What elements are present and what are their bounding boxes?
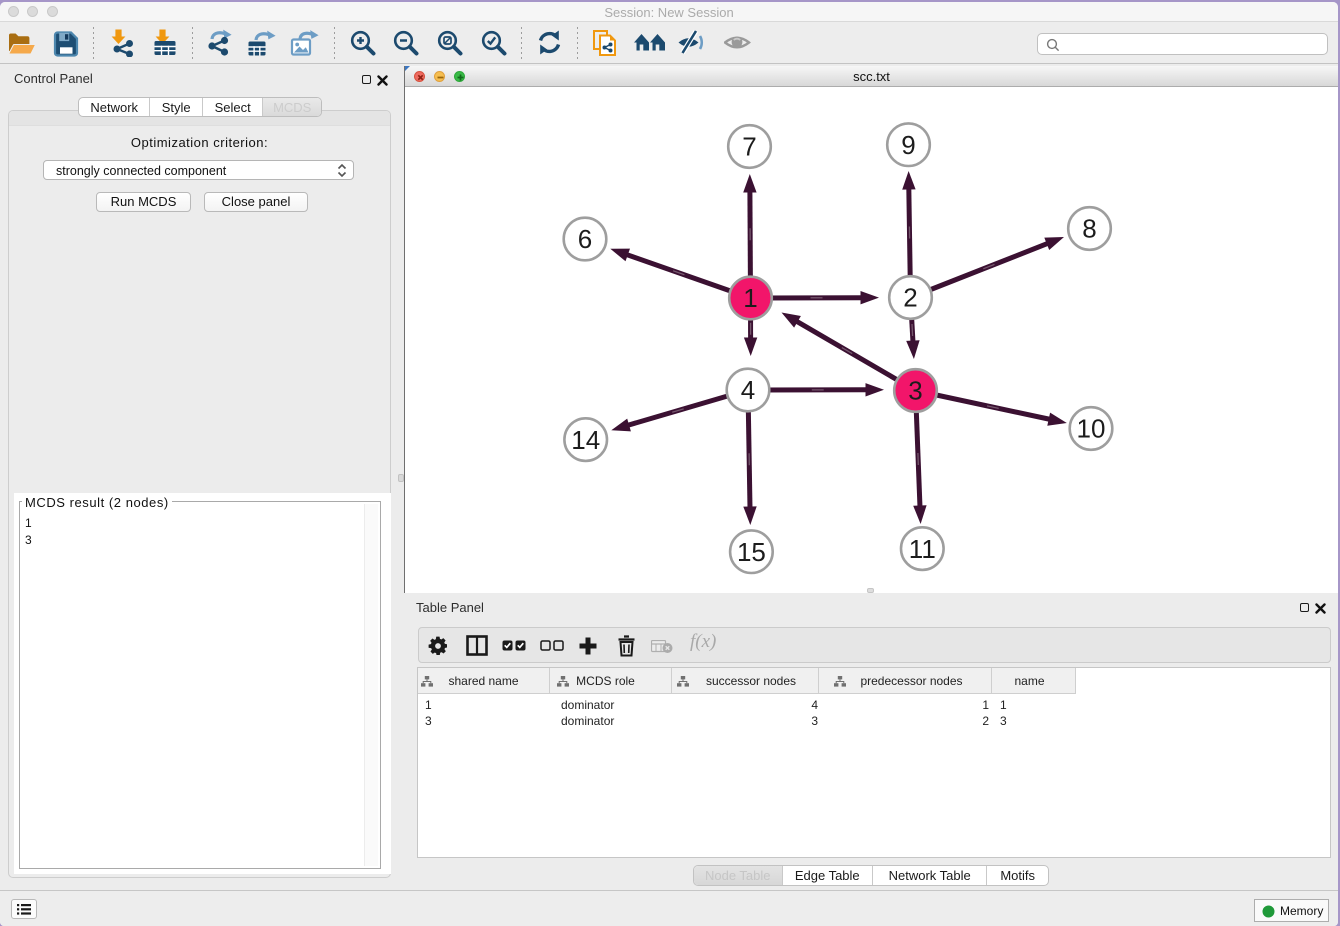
svg-text:10: 10 [1077,414,1106,444]
svg-text:1: 1 [743,283,757,313]
svg-text:11: 11 [909,534,936,564]
svg-text:3: 3 [908,376,922,406]
svg-text:9: 9 [901,130,915,160]
svg-text:15: 15 [737,537,766,567]
svg-text:7: 7 [742,132,756,162]
svg-text:14: 14 [571,425,600,455]
svg-text:8: 8 [1082,214,1096,244]
svg-text:4: 4 [741,375,755,405]
svg-text:6: 6 [578,224,592,254]
svg-text:2: 2 [903,283,917,313]
